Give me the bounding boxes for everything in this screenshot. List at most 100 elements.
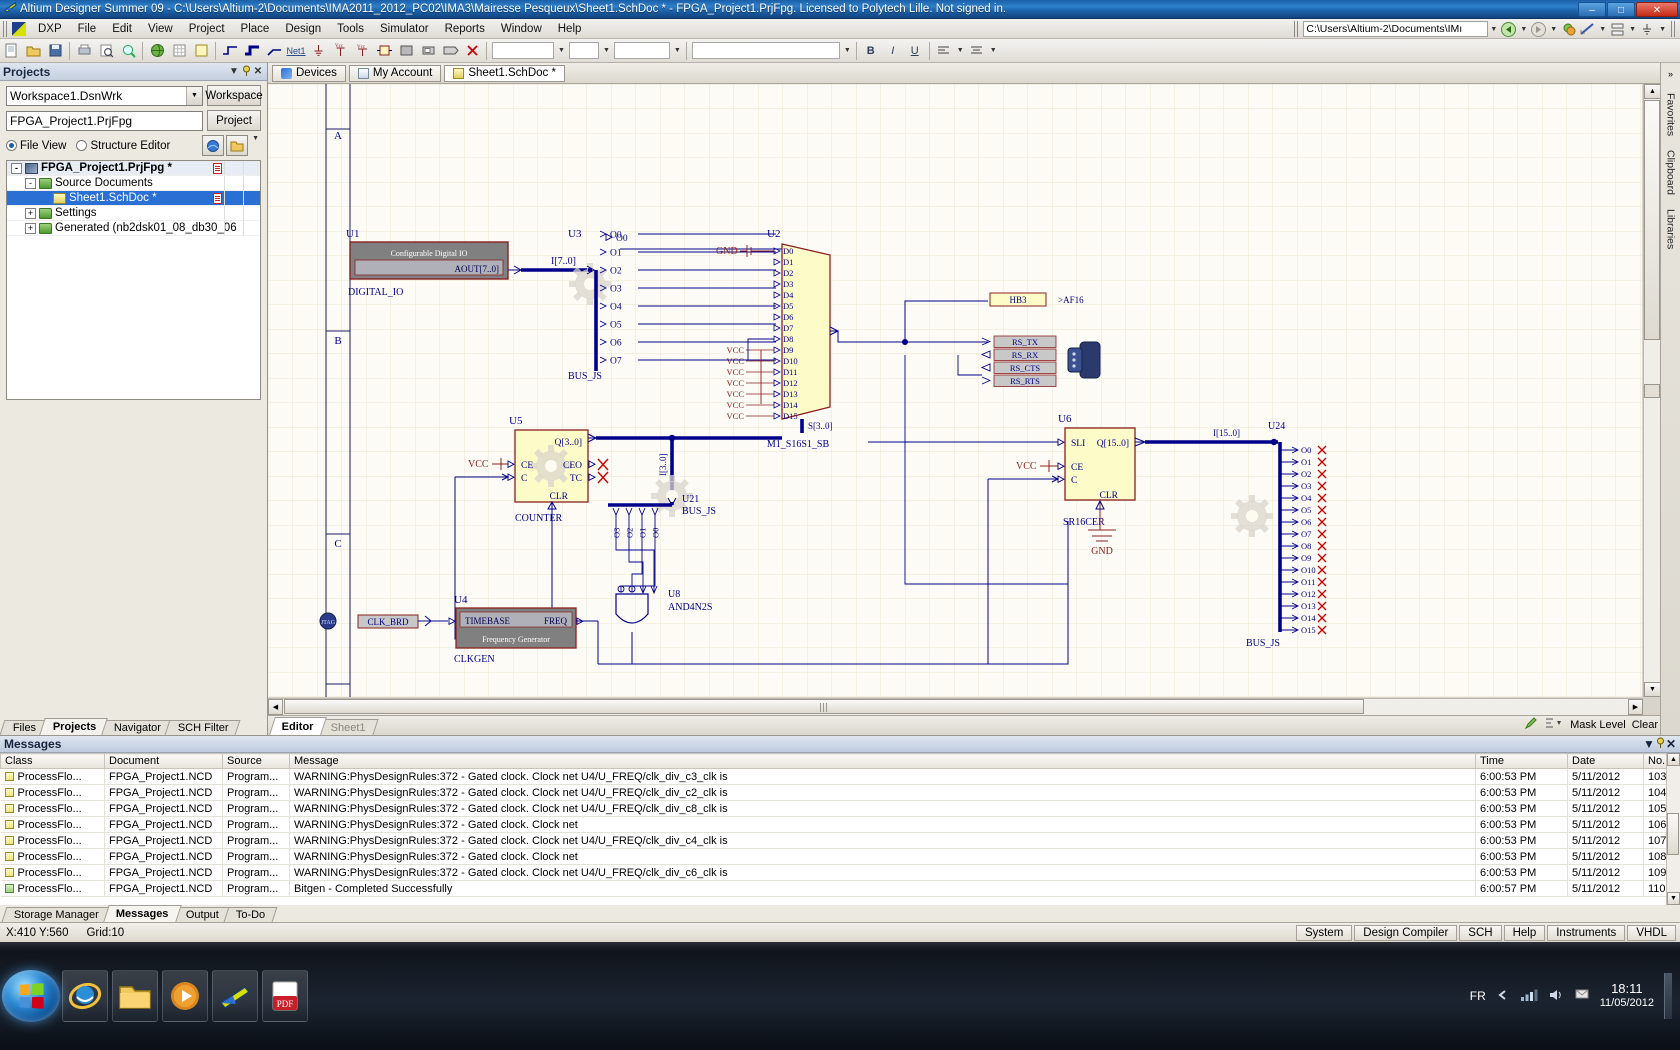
sheet-symbol-icon[interactable]: [396, 41, 416, 61]
schematic-canvas[interactable]: A B C U1 Configurable Digital IO AOUT[7.…: [268, 84, 1642, 697]
minimize-button[interactable]: –: [1578, 2, 1606, 17]
size-combo[interactable]: [569, 42, 599, 59]
chevron-down-icon[interactable]: ▼: [558, 47, 565, 54]
chevron-down-icon[interactable]: ▼: [1599, 26, 1606, 33]
taskbar-internet-explorer-icon[interactable]: [62, 970, 108, 1022]
column-header-message[interactable]: Message: [290, 754, 1476, 769]
messages-tab-output[interactable]: Output: [173, 907, 231, 922]
style-combo[interactable]: [614, 42, 670, 59]
layers-icon[interactable]: [1609, 21, 1626, 38]
print-icon[interactable]: [74, 41, 94, 61]
taskbar-explorer-icon[interactable]: [112, 970, 158, 1022]
save-icon[interactable]: [45, 41, 65, 61]
tray-language-indicator[interactable]: FR: [1470, 989, 1486, 1003]
column-header-source[interactable]: Source: [223, 754, 290, 769]
tray-volume-icon[interactable]: [1548, 988, 1564, 1005]
structure-editor-radio[interactable]: Structure Editor: [76, 140, 170, 152]
tree-node[interactable]: -Source Documents: [7, 176, 260, 191]
taskbar-media-player-icon[interactable]: [162, 970, 208, 1022]
collapse-icon[interactable]: -: [11, 163, 22, 174]
editor-tab-editor[interactable]: Editor: [269, 717, 327, 735]
column-header-document[interactable]: Document: [105, 754, 223, 769]
table-row[interactable]: ProcessFlo...FPGA_Project1.NCDProgram...…: [1, 833, 1680, 849]
menu-item-edit[interactable]: Edit: [104, 21, 140, 37]
canvas-vertical-scrollbar[interactable]: ▲ ▼: [1643, 84, 1660, 697]
tray-network-icon[interactable]: [1520, 988, 1538, 1005]
home-button[interactable]: [1560, 21, 1577, 38]
menu-item-file[interactable]: File: [70, 21, 105, 37]
net-label-icon[interactable]: Net1: [286, 41, 306, 61]
projects-tab-sch-filter[interactable]: SCH Filter: [164, 720, 240, 735]
menu-item-help[interactable]: Help: [550, 21, 590, 37]
place-part-icon[interactable]: [374, 41, 394, 61]
chevron-down-icon[interactable]: ▼: [844, 47, 851, 54]
status-button-help[interactable]: Help: [1504, 925, 1546, 941]
table-row[interactable]: ProcessFlo...FPGA_Project1.NCDProgram...…: [1, 801, 1680, 817]
path-combo[interactable]: C:\Users\Altium-2\Documents\IMı: [1303, 21, 1488, 37]
document-tab-account[interactable]: My Account: [349, 65, 441, 82]
menu-item-project[interactable]: Project: [181, 21, 233, 37]
project-combo[interactable]: FPGA_Project1.PrjFpg: [6, 111, 203, 131]
grid-icon[interactable]: [169, 41, 189, 61]
vcc-bar-icon[interactable]: Vcc: [352, 41, 372, 61]
clear-button[interactable]: Clear: [1632, 719, 1658, 731]
tray-show-hidden-icon[interactable]: [1496, 988, 1510, 1005]
document-options-icon[interactable]: [191, 41, 211, 61]
menu-grip[interactable]: [3, 21, 9, 37]
port-icon[interactable]: [440, 41, 460, 61]
print-preview-icon[interactable]: [96, 41, 116, 61]
collapse-icon[interactable]: -: [25, 178, 36, 189]
maximize-button[interactable]: □: [1607, 2, 1635, 17]
workspace-combo[interactable]: Workspace1.DsnWrk ▼: [6, 86, 203, 106]
back-button[interactable]: [1500, 21, 1517, 38]
scroll-down-arrow[interactable]: ▼: [1644, 682, 1660, 697]
bold-icon[interactable]: B: [861, 41, 881, 61]
status-button-sch[interactable]: SCH: [1459, 925, 1501, 941]
chevron-down-icon[interactable]: ▼: [1550, 26, 1557, 33]
status-button-instruments[interactable]: Instruments: [1547, 925, 1625, 941]
vertical-scroll-thumb[interactable]: [1644, 100, 1660, 340]
status-button-design-compiler[interactable]: Design Compiler: [1354, 925, 1457, 941]
pin-icon[interactable]: [240, 65, 252, 79]
scroll-up-arrow[interactable]: ▲: [1667, 753, 1680, 766]
taskbar-pdf-icon[interactable]: PDF: [262, 970, 308, 1022]
tree-node[interactable]: +Generated (nb2dsk01_08_db30_06: [7, 221, 260, 236]
tree-node[interactable]: -FPGA_Project1.PrjFpg *: [7, 161, 260, 176]
menu-item-reports[interactable]: Reports: [437, 21, 493, 37]
align-center-icon[interactable]: [967, 41, 987, 61]
column-header-date[interactable]: Date: [1568, 754, 1644, 769]
messages-tab-to-do[interactable]: To-Do: [223, 907, 277, 922]
zoom-icon[interactable]: [118, 41, 138, 61]
status-button-vhdl[interactable]: VHDL: [1627, 925, 1676, 941]
messages-scroll-thumb[interactable]: [1667, 813, 1679, 855]
forward-button[interactable]: [1530, 21, 1547, 38]
menu-item-place[interactable]: Place: [233, 21, 278, 37]
chevron-down-icon[interactable]: ▼: [674, 47, 681, 54]
pin-icon[interactable]: [1655, 737, 1666, 751]
chevron-down-icon[interactable]: ▼: [228, 66, 240, 77]
projects-tab-projects[interactable]: Projects: [39, 718, 108, 735]
table-row[interactable]: ProcessFlo...FPGA_Project1.NCDProgram...…: [1, 769, 1680, 785]
chevron-down-icon[interactable]: ▼: [186, 87, 202, 105]
no-erc-icon[interactable]: [462, 41, 482, 61]
horizontal-scroll-thumb[interactable]: [284, 699, 1364, 714]
vertical-scroll-grip[interactable]: [1644, 384, 1660, 398]
pencil-icon[interactable]: [1524, 716, 1538, 733]
document-tab-devices[interactable]: Devices: [272, 65, 346, 82]
scroll-right-arrow[interactable]: ▶: [1628, 699, 1643, 715]
tree-node[interactable]: Sheet1.SchDoc *: [7, 191, 260, 206]
canvas-horizontal-scrollbar[interactable]: ◀ ▶: [268, 698, 1643, 715]
new-document-icon[interactable]: [1, 41, 21, 61]
menu-item-tools[interactable]: Tools: [329, 21, 372, 37]
compile-icon[interactable]: [202, 135, 224, 156]
chevron-down-icon[interactable]: ▼: [957, 47, 964, 54]
table-row[interactable]: ProcessFlo...FPGA_Project1.NCDProgram...…: [1, 849, 1680, 865]
messages-grid[interactable]: ClassDocumentSourceMessageTimeDateNo. Pr…: [0, 753, 1680, 905]
tree-node[interactable]: +Settings: [7, 206, 260, 221]
status-button-system[interactable]: System: [1296, 925, 1352, 941]
scroll-left-arrow[interactable]: ◀: [268, 699, 283, 715]
open-project-icon[interactable]: [226, 135, 248, 156]
close-button[interactable]: ✕: [1636, 2, 1678, 17]
column-header-time[interactable]: Time: [1476, 754, 1568, 769]
show-desktop-button[interactable]: [1664, 973, 1672, 1019]
